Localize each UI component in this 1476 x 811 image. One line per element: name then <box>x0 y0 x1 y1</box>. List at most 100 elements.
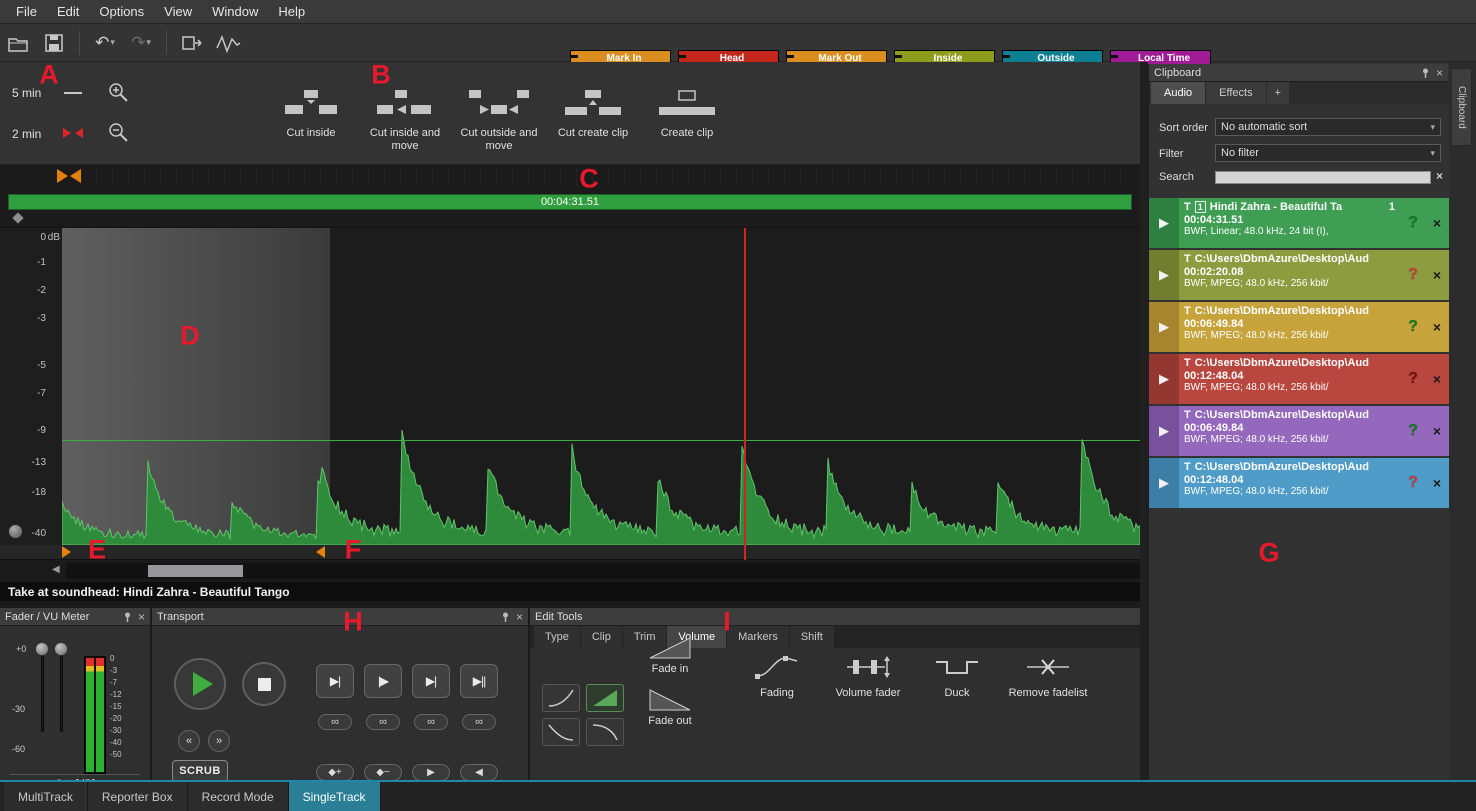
add-marker-button[interactable]: ◆+ <box>316 764 354 781</box>
filter-dropdown[interactable]: No filter ▾ <box>1215 144 1441 162</box>
loop-button-1[interactable]: ∞ <box>318 714 352 730</box>
clipboard-entry[interactable]: ▶ TC:\Users\DbmAzure\Desktop\Aud 00:12:4… <box>1149 354 1449 404</box>
mark-in-handle-icon[interactable] <box>62 546 71 558</box>
entry-play-button[interactable]: ▶ <box>1149 458 1179 508</box>
prelisten-icon[interactable]: ? <box>1401 458 1425 508</box>
stop-button[interactable] <box>242 662 286 706</box>
play-from-mark-in-button[interactable]: |▶ <box>364 664 402 698</box>
prelisten-icon[interactable]: ? <box>1401 354 1425 404</box>
timeline-ruler[interactable]: 00:04:31.51 <box>0 165 1140 228</box>
scrub-button[interactable]: SCRUB <box>172 760 228 782</box>
entry-close-button[interactable]: × <box>1425 198 1449 248</box>
add-tab-button[interactable]: + <box>1267 82 1289 104</box>
step-forward-button[interactable]: ▶ <box>412 764 450 781</box>
entry-play-button[interactable]: ▶ <box>1149 406 1179 456</box>
step-back-button[interactable]: ◀ <box>460 764 498 781</box>
fader-track-left[interactable] <box>41 646 44 732</box>
entry-play-button[interactable]: ▶ <box>1149 198 1179 248</box>
fade-curve-down-alt-button[interactable] <box>586 718 624 746</box>
timeline-progress-bar[interactable]: 00:04:31.51 <box>8 194 1132 210</box>
clipboard-entry[interactable]: ▶ TC:\Users\DbmAzure\Desktop\Aud 00:02:2… <box>1149 250 1449 300</box>
entry-play-button[interactable]: ▶ <box>1149 302 1179 352</box>
sort-order-dropdown[interactable]: No automatic sort ▾ <box>1215 118 1441 136</box>
menu-view[interactable]: View <box>154 1 202 22</box>
main-splitter[interactable] <box>1140 62 1148 780</box>
play-to-mark-in-button[interactable]: ▶| <box>316 664 354 698</box>
create-clip-button[interactable]: Create clip <box>642 68 732 162</box>
clipboard-entry[interactable]: ▶ TC:\Users\DbmAzure\Desktop\Aud 00:06:4… <box>1149 302 1449 352</box>
transfer-button[interactable] <box>176 29 208 57</box>
play-to-mark-out-button[interactable]: ▶| <box>412 664 450 698</box>
pin-icon[interactable] <box>1421 68 1430 78</box>
tab-singletrack[interactable]: SingleTrack <box>289 782 381 811</box>
fade-curve-down-button[interactable] <box>542 718 580 746</box>
fader-track-right[interactable] <box>60 646 63 732</box>
open-file-button[interactable] <box>2 29 34 57</box>
tab-multitrack[interactable]: MultiTrack <box>4 782 88 811</box>
pin-icon[interactable] <box>123 612 132 622</box>
remove-marker-button[interactable]: ◆− <box>364 764 402 781</box>
entry-close-button[interactable]: × <box>1425 406 1449 456</box>
entry-play-button[interactable]: ▶ <box>1149 250 1179 300</box>
zoom-to-marks-button[interactable] <box>56 120 90 146</box>
prelisten-icon[interactable]: ? <box>1401 302 1425 352</box>
redo-button[interactable]: ↷▾ <box>125 29 157 57</box>
scroll-left-icon[interactable]: ◀ <box>52 564 60 575</box>
zoom-in-button[interactable] <box>102 76 136 110</box>
fade-curve-concave-button[interactable] <box>542 684 580 712</box>
zoom-range-button[interactable] <box>56 80 90 106</box>
clip-marker-row[interactable] <box>0 545 1140 560</box>
loop-button-4[interactable]: ∞ <box>462 714 496 730</box>
cut-create-clip-button[interactable]: Cut create clip <box>548 68 638 162</box>
entry-close-button[interactable]: × <box>1425 354 1449 404</box>
duck-button[interactable]: Duck <box>924 654 990 699</box>
fade-in-button[interactable]: Fade in <box>634 632 706 678</box>
fader-knob-right[interactable] <box>54 642 68 656</box>
fader-knob-left[interactable] <box>35 642 49 656</box>
prelisten-icon[interactable]: ? <box>1401 406 1425 456</box>
clear-search-icon[interactable]: × <box>1436 169 1443 183</box>
tab-reporter-box[interactable]: Reporter Box <box>88 782 188 811</box>
volume-fader-button[interactable]: Volume fader <box>828 654 908 699</box>
entry-play-button[interactable]: ▶ <box>1149 354 1179 404</box>
prelisten-icon[interactable]: ? <box>1401 198 1425 248</box>
clipboard-entry[interactable]: ▶ T1Hindi Zahra - Beautiful Ta1 00:04:31… <box>1149 198 1449 248</box>
mark-out-handle-icon[interactable] <box>316 546 325 558</box>
timeline-marker-icon[interactable] <box>56 168 82 184</box>
skip-back-button[interactable]: « <box>178 730 200 752</box>
close-icon[interactable]: × <box>516 611 523 623</box>
zoom-out-button[interactable] <box>102 116 136 150</box>
scale-knob[interactable] <box>8 524 23 539</box>
fading-button[interactable]: Fading <box>738 654 816 699</box>
playhead-cursor[interactable] <box>744 228 746 560</box>
close-icon[interactable]: × <box>1436 67 1443 79</box>
save-button[interactable] <box>38 29 70 57</box>
play-button[interactable] <box>174 658 226 710</box>
waveform-display[interactable] <box>62 228 1140 545</box>
scrollbar-thumb[interactable] <box>148 565 243 577</box>
tab-record-mode[interactable]: Record Mode <box>188 782 289 811</box>
menu-options[interactable]: Options <box>89 1 154 22</box>
cut-inside-button[interactable]: Cut inside <box>266 68 356 162</box>
menu-edit[interactable]: Edit <box>47 1 89 22</box>
timeline-diamond-marker[interactable] <box>12 212 23 223</box>
clipboard-side-tab[interactable]: Clipboard <box>1452 68 1472 146</box>
search-input[interactable] <box>1215 171 1431 184</box>
remove-fadelist-button[interactable]: Remove fadelist <box>1006 654 1090 699</box>
menu-file[interactable]: File <box>6 1 47 22</box>
close-icon[interactable]: × <box>138 611 145 623</box>
menu-window[interactable]: Window <box>202 1 268 22</box>
fade-ramp-button[interactable] <box>586 684 624 712</box>
scrollbar-track[interactable] <box>66 563 1140 579</box>
skip-forward-button[interactable]: » <box>208 730 230 752</box>
loop-button-3[interactable]: ∞ <box>414 714 448 730</box>
clipboard-entry[interactable]: ▶ TC:\Users\DbmAzure\Desktop\Aud 00:06:4… <box>1149 406 1449 456</box>
entry-close-button[interactable]: × <box>1425 302 1449 352</box>
tab-effects[interactable]: Effects <box>1206 82 1265 104</box>
fade-out-button[interactable]: Fade out <box>634 684 706 730</box>
pin-icon[interactable] <box>501 612 510 622</box>
prelisten-icon[interactable]: ? <box>1401 250 1425 300</box>
edit-audio-button[interactable] <box>212 29 244 57</box>
volume-line[interactable] <box>62 440 1140 441</box>
menu-help[interactable]: Help <box>268 1 315 22</box>
